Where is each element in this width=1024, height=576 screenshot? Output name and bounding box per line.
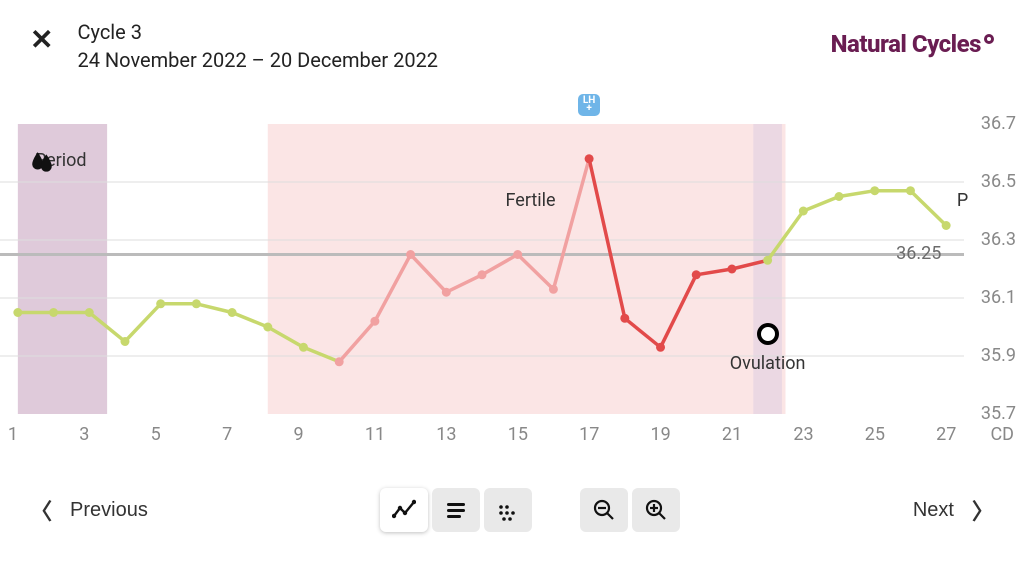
view-list-button[interactable] [432,488,480,532]
view-mode-group [380,488,532,532]
y-tick: 36.1 [981,287,1016,308]
x-tick: 5 [151,424,161,445]
dots-grid-icon [496,498,520,522]
x-tick: 23 [793,424,813,445]
next-button[interactable]: Next 〉 [913,494,994,526]
x-axis-unit: CD [990,424,1014,445]
zoom-out-icon [592,498,616,522]
y-tick: 36.3 [981,229,1016,250]
x-tick: 21 [722,424,742,445]
x-tick: 15 [508,424,528,445]
chevron-right-icon: 〉 [972,494,994,526]
brand-logo: Natural Cycles [831,30,994,58]
zoom-in-icon [644,498,668,522]
temperature-chart[interactable]: LH+ Period Fertile Ovulation P 36.25 36.… [0,94,1024,474]
zoom-out-button[interactable] [580,488,628,532]
cycle-number: Cycle 3 [77,18,830,46]
y-tick: 36.7 [981,113,1016,134]
y-tick: 35.7 [981,403,1016,424]
p-phase-label: P [957,190,968,211]
coverline-value: 36.25 [896,243,941,264]
y-tick: 35.9 [981,345,1016,366]
ovulation-icon [757,323,779,345]
ovulation-label: Ovulation [728,353,808,374]
x-tick: 27 [936,424,956,445]
x-tick: 17 [579,424,599,445]
x-tick: 9 [293,424,303,445]
zoom-group [580,488,680,532]
fertile-label: Fertile [506,190,556,211]
chevron-left-icon: 〈 [30,494,52,526]
x-tick: 19 [651,424,671,445]
x-tick: 3 [79,424,89,445]
x-tick: 13 [436,424,456,445]
x-tick: 7 [222,424,232,445]
cycle-date-range: 24 November 2022 – 20 December 2022 [77,46,830,74]
x-tick: 1 [8,424,18,445]
x-tick: 11 [365,424,385,445]
degree-icon [984,34,994,44]
x-tick: 25 [865,424,885,445]
zoom-in-button[interactable] [632,488,680,532]
lh-positive-badge: LH+ [578,94,600,116]
line-chart-icon [392,498,416,522]
y-tick: 36.5 [981,171,1016,192]
view-line-button[interactable] [380,488,428,532]
view-calendar-button[interactable] [484,488,532,532]
previous-button[interactable]: 〈 Previous [30,494,148,526]
list-icon [444,498,468,522]
close-icon[interactable]: ✕ [30,26,53,54]
